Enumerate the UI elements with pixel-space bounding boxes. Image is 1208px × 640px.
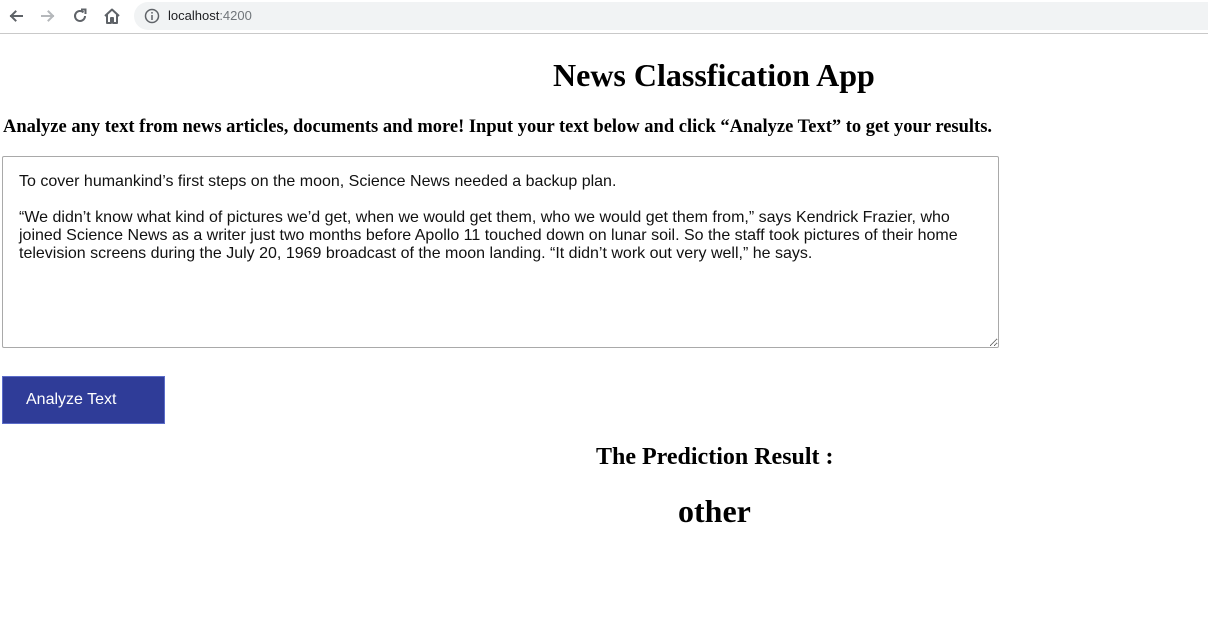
home-icon (104, 8, 120, 24)
url-text: localhost:4200 (168, 8, 252, 24)
page-subtitle: Analyze any text from news articles, doc… (3, 117, 993, 137)
back-button[interactable] (4, 4, 28, 28)
back-arrow-icon (9, 10, 23, 22)
url-port: :4200 (219, 8, 252, 23)
prediction-result-heading: The Prediction Result : (596, 444, 834, 470)
forward-arrow-icon (41, 10, 55, 22)
prediction-result-value: other (678, 493, 751, 529)
page-title: News Classfication App (553, 57, 875, 93)
analyze-text-button[interactable]: Analyze Text (2, 376, 165, 424)
reload-button[interactable] (68, 4, 92, 28)
reload-icon (74, 8, 87, 22)
url-host: localhost (168, 8, 220, 23)
news-text-input[interactable]: To cover humankind’s first steps on the … (2, 156, 999, 348)
browser-toolbar: localhost:4200 (0, 0, 1208, 34)
info-icon[interactable] (144, 8, 160, 24)
forward-button[interactable] (36, 4, 60, 28)
address-bar[interactable]: localhost:4200 (134, 2, 1208, 30)
home-button[interactable] (100, 4, 124, 28)
